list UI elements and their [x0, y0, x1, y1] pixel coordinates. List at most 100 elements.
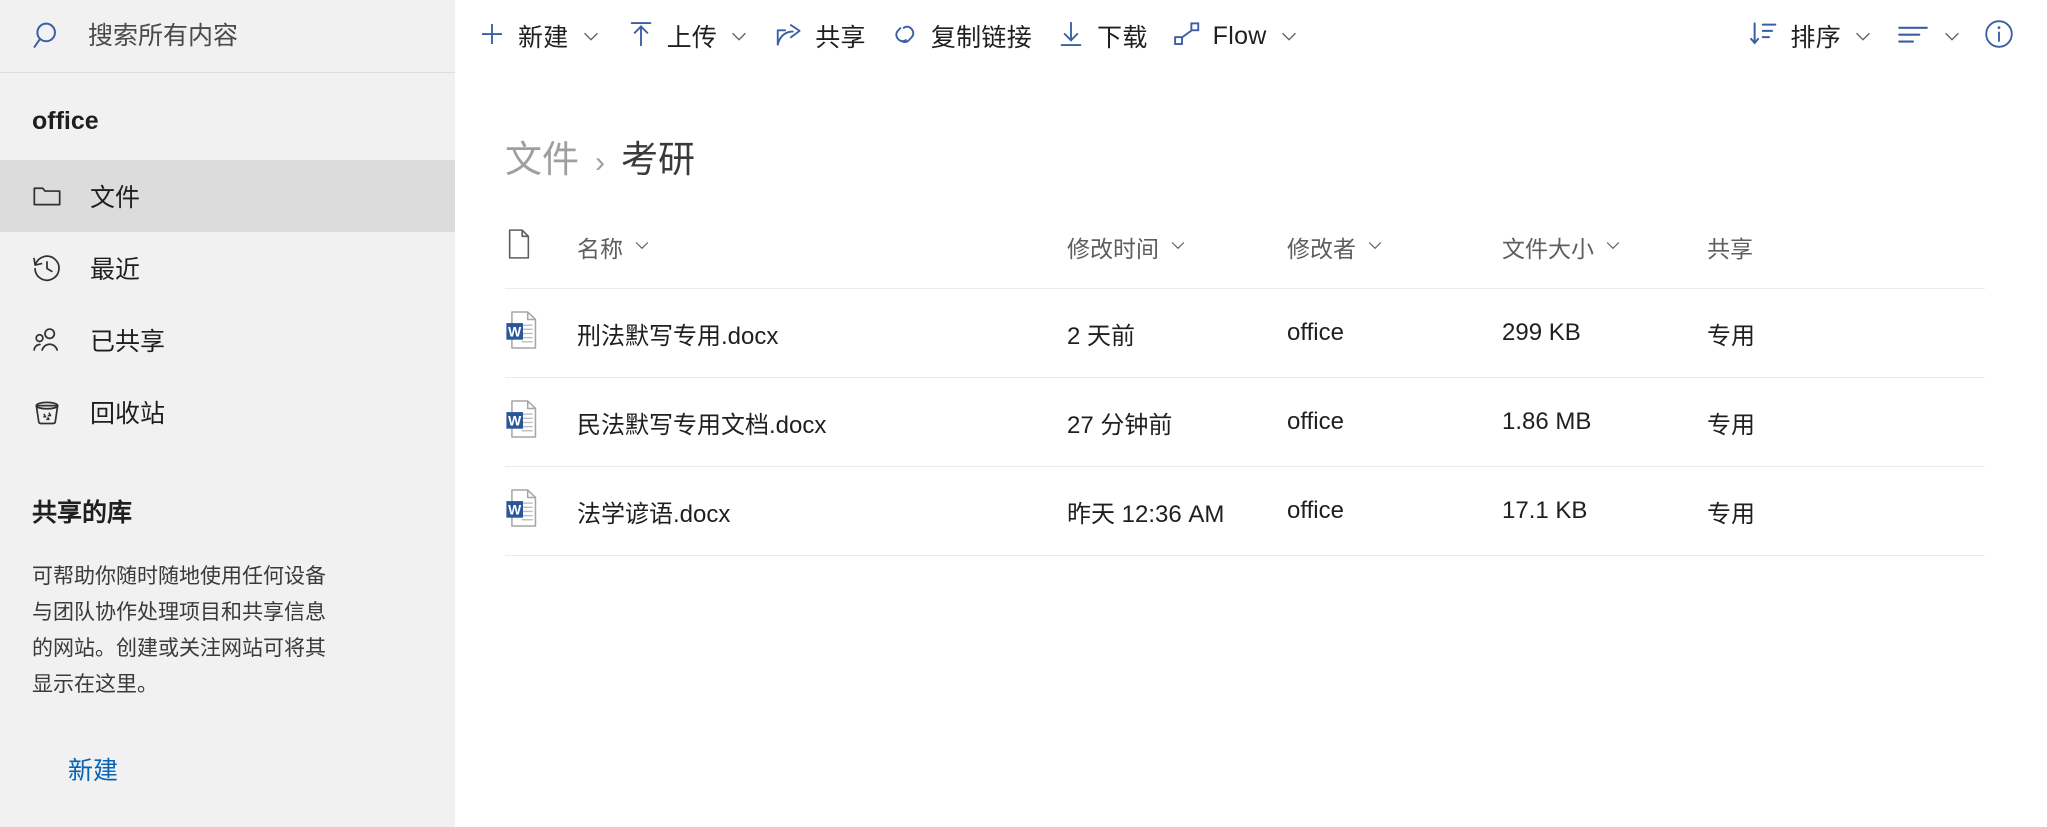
chevron-down-icon[interactable]: [1941, 25, 1963, 47]
file-name[interactable]: 法学谚语.docx: [577, 467, 1067, 556]
share-icon: [774, 19, 804, 54]
column-header-modified[interactable]: 修改时间: [1067, 228, 1287, 289]
breadcrumb: 文件 › 考研: [455, 73, 2007, 183]
column-header-icon[interactable]: [505, 228, 577, 289]
column-header-modified-label: 修改时间: [1067, 236, 1159, 262]
view-options-button[interactable]: [1886, 8, 1973, 64]
download-button-label: 下载: [1097, 24, 1148, 52]
flow-button-label: Flow: [1212, 21, 1267, 50]
sidebar: office 文件 最近 已共享 回收站 共享的库 可帮助你随时随地使用任何设备…: [0, 72, 455, 827]
search-bar[interactable]: [0, 0, 455, 72]
breadcrumb-separator-icon: ›: [595, 146, 605, 179]
chevron-down-icon[interactable]: [580, 25, 602, 47]
chevron-down-icon[interactable]: [1278, 25, 1300, 47]
column-header-sharing[interactable]: 共享: [1707, 228, 1985, 289]
folder-icon: [30, 180, 64, 212]
file-size: 17.1 KB: [1502, 497, 1588, 524]
command-bar: 新建 上传 共享 复制链接 下载 Flow 排序: [455, 0, 2047, 72]
shared-libraries-heading: 共享的库: [32, 499, 133, 527]
clock-history-icon: [30, 252, 64, 284]
sidebar-item-label: 文件: [90, 184, 141, 212]
file-sharing-status[interactable]: 专用: [1707, 467, 1985, 556]
sort-button-label: 排序: [1790, 24, 1841, 52]
main-content: 文件 › 考研 名称 修改时间 修改者 文件大小 共享 W 刑法默写专用.doc…: [455, 72, 2047, 827]
shared-libraries-section: 共享的库 可帮助你随时随地使用任何设备与团队协作处理项目和共享信息的网站。创建或…: [0, 493, 455, 703]
file-modified-by: office: [1287, 319, 1344, 346]
upload-arrow-icon: [626, 19, 656, 54]
table-row[interactable]: W 民法默写专用文档.docx 27 分钟前 office 1.86 MB 专用: [505, 377, 1985, 467]
breadcrumb-root[interactable]: 文件: [505, 129, 579, 183]
file-modified: 昨天 12:36 AM: [1067, 500, 1225, 528]
copy-link-button[interactable]: 复制链接: [878, 8, 1044, 64]
table-row[interactable]: W 刑法默写专用.docx 2 天前 office 299 KB 专用: [505, 288, 1985, 378]
chevron-down-icon[interactable]: [1852, 25, 1874, 47]
new-button[interactable]: 新建: [465, 8, 614, 64]
details-info-button[interactable]: [1973, 8, 2025, 64]
chevron-down-icon: [1168, 234, 1188, 261]
file-icon-cell: W: [505, 467, 577, 556]
sidebar-item-files[interactable]: 文件: [0, 160, 455, 232]
plus-icon: [477, 19, 507, 54]
file-sharing-status[interactable]: 专用: [1707, 289, 1985, 378]
word-file-icon: W: [505, 399, 541, 446]
search-input[interactable]: [88, 21, 428, 51]
shared-libraries-description: 可帮助你随时随地使用任何设备与团队协作处理项目和共享信息的网站。创建或关注网站可…: [32, 565, 326, 696]
share-button[interactable]: 共享: [762, 8, 878, 64]
upload-button[interactable]: 上传: [614, 8, 763, 64]
flow-icon: [1172, 19, 1202, 54]
new-button-label: 新建: [518, 24, 569, 52]
table-row[interactable]: W 法学谚语.docx 昨天 12:36 AM office 17.1 KB 专…: [505, 466, 1985, 556]
onedrive-app: 新建 上传: [0, 0, 2047, 827]
column-header-size[interactable]: 文件大小: [1502, 228, 1707, 289]
column-header-modified-by[interactable]: 修改者: [1287, 228, 1502, 289]
sort-button[interactable]: 排序: [1737, 8, 1886, 64]
info-circle-icon: [1983, 18, 2015, 55]
sidebar-item-label: 最近: [90, 256, 141, 284]
file-modified: 2 天前: [1067, 322, 1136, 350]
column-header-modified-by-label: 修改者: [1287, 236, 1356, 262]
top-strip: 新建 上传: [0, 0, 2047, 72]
upload-button-label: 上传: [666, 24, 718, 52]
file-icon-cell: W: [505, 378, 577, 467]
sidebar-item-recycle-bin[interactable]: 回收站: [0, 376, 455, 448]
svg-text:W: W: [508, 323, 522, 339]
view-list-icon: [1896, 19, 1930, 54]
recycle-bin-icon: [30, 396, 64, 428]
site-title: office: [32, 107, 99, 135]
search-icon: [32, 19, 66, 53]
chevron-down-icon: [632, 234, 652, 261]
file-size: 1.86 MB: [1502, 408, 1592, 435]
share-button-label: 共享: [815, 24, 866, 52]
sidebar-item-recent[interactable]: 最近: [0, 232, 455, 304]
file-modified-by: office: [1287, 408, 1344, 435]
chevron-down-icon[interactable]: [728, 25, 750, 47]
create-site-link[interactable]: 新建: [0, 751, 455, 787]
file-name[interactable]: 刑法默写专用.docx: [577, 289, 1067, 378]
column-header-name[interactable]: 名称: [577, 228, 1067, 289]
link-icon: [890, 19, 920, 54]
file-modified-by: office: [1287, 497, 1344, 524]
file-sharing-status[interactable]: 专用: [1707, 378, 1985, 467]
chevron-down-icon: [1603, 234, 1623, 261]
column-header-size-label: 文件大小: [1502, 236, 1594, 262]
sidebar-item-shared[interactable]: 已共享: [0, 304, 455, 376]
word-file-icon: W: [505, 488, 541, 535]
copy-link-button-label: 复制链接: [930, 24, 1033, 52]
flow-button[interactable]: Flow: [1160, 8, 1312, 64]
sidebar-item-label: 已共享: [90, 328, 166, 356]
file-icon-cell: W: [505, 289, 577, 378]
svg-text:W: W: [508, 412, 522, 428]
sort-icon: [1749, 19, 1779, 54]
document-icon: [505, 229, 533, 265]
file-list-header: 名称 修改时间 修改者 文件大小 共享: [505, 228, 1985, 289]
file-list-body: W 刑法默写专用.docx 2 天前 office 299 KB 专用 W 民法…: [505, 288, 1985, 556]
file-list-table: 名称 修改时间 修改者 文件大小 共享 W 刑法默写专用.docx 2 天前 o…: [505, 228, 1985, 556]
download-button[interactable]: 下载: [1044, 8, 1160, 64]
file-size: 299 KB: [1502, 319, 1581, 346]
download-icon: [1056, 19, 1086, 54]
file-modified: 27 分钟前: [1067, 411, 1173, 439]
chevron-down-icon: [1365, 234, 1385, 261]
people-icon: [30, 324, 64, 356]
file-name[interactable]: 民法默写专用文档.docx: [577, 378, 1067, 467]
column-header-name-label: 名称: [577, 236, 623, 262]
